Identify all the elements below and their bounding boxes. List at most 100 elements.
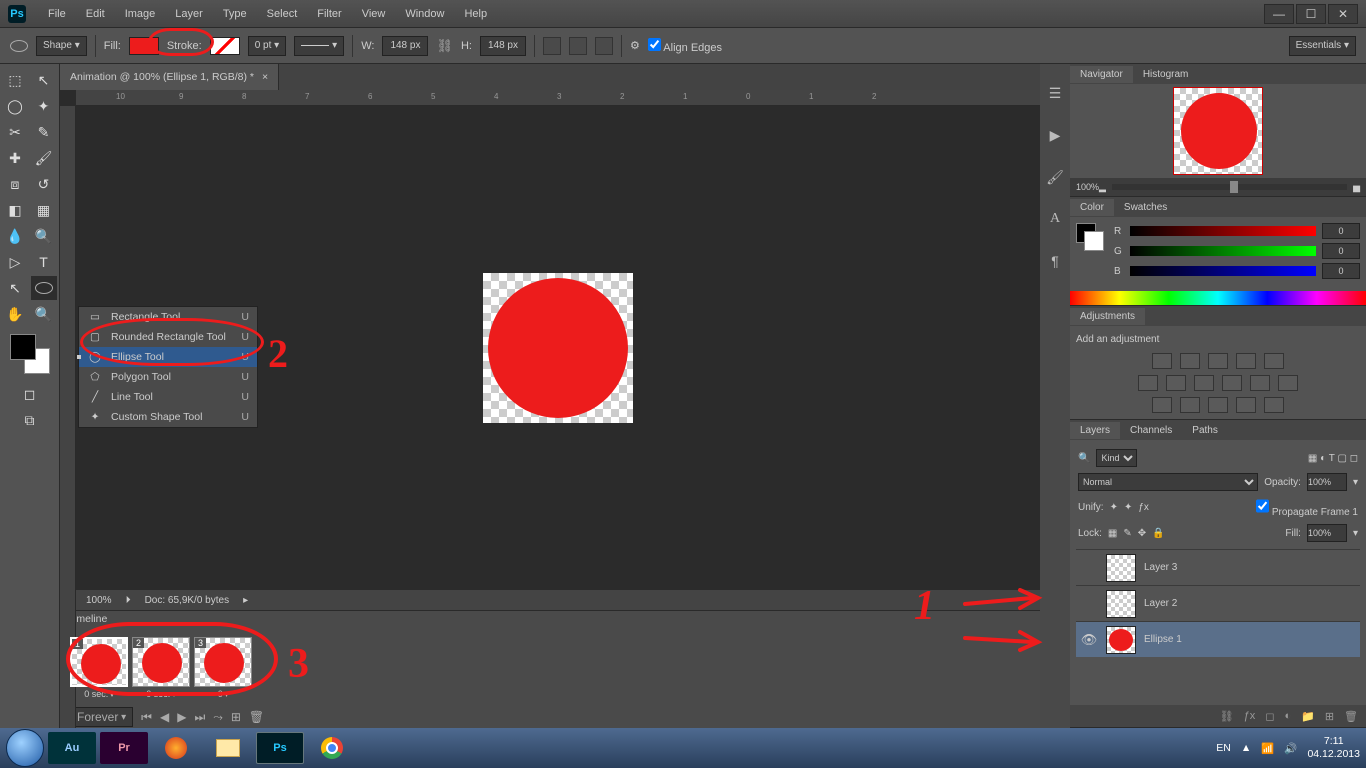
shape-mode-dropdown[interactable]: Shape ▾ <box>36 36 87 56</box>
prev-frame-button[interactable]: ◀ <box>160 710 169 724</box>
adj-poster[interactable] <box>1180 397 1200 413</box>
adj-gradmap[interactable] <box>1236 397 1256 413</box>
unify-style-icon[interactable]: ƒx <box>1138 502 1149 513</box>
unify-vis-icon[interactable]: ✦ <box>1124 502 1132 513</box>
adj-vibrance[interactable] <box>1264 353 1284 369</box>
minimize-button[interactable]: — <box>1264 4 1294 24</box>
collapsed-actions-icon[interactable]: ▶ <box>1044 124 1066 146</box>
g-slider[interactable] <box>1130 246 1316 256</box>
new-layer-icon[interactable]: ⊞ <box>1325 710 1334 723</box>
tab-histogram[interactable]: Histogram <box>1133 66 1199 83</box>
document-tab[interactable]: Animation @ 100% (Ellipse 1, RGB/8) *× <box>60 64 279 90</box>
adjustment-layer-icon[interactable]: ◐ <box>1284 710 1291 722</box>
adj-exposure[interactable] <box>1236 353 1256 369</box>
tab-color[interactable]: Color <box>1070 199 1114 216</box>
g-input[interactable] <box>1322 243 1360 259</box>
delete-layer-icon[interactable]: 🗑 <box>1344 710 1358 723</box>
opacity-input[interactable] <box>1307 473 1347 491</box>
lock-pos-icon[interactable]: ✥ <box>1138 528 1146 539</box>
foreground-color[interactable] <box>10 334 36 360</box>
ellipse-shape[interactable] <box>488 278 628 418</box>
pen-tool[interactable]: ▷ <box>2 250 28 274</box>
menu-filter[interactable]: Filter <box>309 5 349 23</box>
path-op-2[interactable] <box>569 37 587 55</box>
menu-view[interactable]: View <box>354 5 394 23</box>
workspace-switcher[interactable]: Essentials ▾ <box>1289 36 1356 56</box>
tray-network-icon[interactable]: 📶 <box>1261 742 1274 755</box>
zoom-in-icon[interactable]: ▅ <box>1353 182 1360 193</box>
adj-invert[interactable] <box>1152 397 1172 413</box>
stroke-swatch[interactable] <box>210 37 240 55</box>
adj-lookup[interactable] <box>1278 375 1298 391</box>
navigator-thumbnail[interactable] <box>1173 87 1263 175</box>
canvas[interactable] <box>483 273 633 423</box>
collapsed-char-icon[interactable]: A <box>1044 208 1066 230</box>
link-wh-icon[interactable]: ⛓ <box>436 38 453 54</box>
link-layers-icon[interactable]: ⛓ <box>1220 710 1234 723</box>
first-frame-button[interactable]: ⏮ <box>141 710 152 725</box>
dodge-tool[interactable]: 🔍 <box>31 224 57 248</box>
menu-help[interactable]: Help <box>456 5 495 23</box>
magic-wand-tool[interactable]: ✦ <box>31 94 57 118</box>
adj-levels[interactable] <box>1180 353 1200 369</box>
layer-fill-input[interactable] <box>1307 524 1347 542</box>
menu-image[interactable]: Image <box>117 5 164 23</box>
loop-dropdown[interactable]: Forever ▾ <box>70 707 133 727</box>
menu-edit[interactable]: Edit <box>78 5 113 23</box>
layer-layer-2[interactable]: Layer 2 <box>1076 585 1360 621</box>
layer-ellipse-1[interactable]: 👁Ellipse 1 <box>1076 621 1360 657</box>
timeline-frame-1[interactable]: 10 sec. <box>70 637 128 700</box>
quickmask-toggle[interactable]: ◻ <box>17 382 43 406</box>
taskbar-app-Ps[interactable]: Ps <box>256 732 304 764</box>
eyedropper-tool[interactable]: ✎ <box>31 120 57 144</box>
path-select-tool[interactable]: ↖ <box>2 276 28 300</box>
tab-layers[interactable]: Layers <box>1070 422 1120 439</box>
hand-tool[interactable]: ✋ <box>2 302 28 326</box>
adj-balance[interactable] <box>1166 375 1186 391</box>
taskbar-app-chrome[interactable] <box>308 732 356 764</box>
next-frame-button[interactable]: ⏭ <box>194 710 205 725</box>
new-frame-button[interactable]: ⊞ <box>231 710 241 724</box>
fill-swatch[interactable] <box>129 37 159 55</box>
adj-curves[interactable] <box>1208 353 1228 369</box>
path-op-1[interactable] <box>543 37 561 55</box>
menu-type[interactable]: Type <box>215 5 255 23</box>
lock-pixel-icon[interactable]: ✎ <box>1123 528 1131 539</box>
menu-window[interactable]: Window <box>397 5 452 23</box>
delete-frame-button[interactable]: 🗑 <box>249 710 264 724</box>
adj-hue[interactable] <box>1138 375 1158 391</box>
screenmode-toggle[interactable]: ⧉ <box>17 408 43 432</box>
fg-bg-swatches[interactable] <box>10 334 50 374</box>
start-button[interactable] <box>6 729 44 767</box>
group-icon[interactable]: 📁 <box>1301 710 1315 723</box>
layer-layer-3[interactable]: Layer 3 <box>1076 549 1360 585</box>
shape-tool-line-tool[interactable]: ╱Line ToolU <box>79 387 257 407</box>
taskbar-app-explorer[interactable] <box>204 732 252 764</box>
blur-tool[interactable]: 💧 <box>2 224 28 248</box>
maximize-button[interactable]: ☐ <box>1296 4 1326 24</box>
visibility-toggle[interactable]: 👁 <box>1080 632 1098 648</box>
taskbar-app-Au[interactable]: Au <box>48 732 96 764</box>
tray-sound-icon[interactable]: 🔊 <box>1284 742 1297 755</box>
menu-select[interactable]: Select <box>259 5 306 23</box>
tab-adjustments[interactable]: Adjustments <box>1070 308 1145 325</box>
stroke-weight[interactable]: 0 pt ▾ <box>248 36 287 56</box>
timeline-frame-3[interactable]: 30 <box>194 637 252 700</box>
stroke-style[interactable]: ▾ <box>294 36 344 56</box>
taskbar-app-Pr[interactable]: Pr <box>100 732 148 764</box>
arrow-tool[interactable]: ↖ <box>31 68 57 92</box>
lock-all-icon[interactable]: 🔒 <box>1152 528 1164 539</box>
tab-swatches[interactable]: Swatches <box>1114 199 1177 216</box>
shape-tool-rectangle-tool[interactable]: ▭Rectangle ToolU <box>79 307 257 327</box>
shape-tool[interactable] <box>31 276 57 300</box>
close-tab-icon[interactable]: × <box>262 71 268 83</box>
tab-paths[interactable]: Paths <box>1182 422 1228 439</box>
lock-trans-icon[interactable]: ▦ <box>1108 528 1117 539</box>
adj-bw[interactable] <box>1194 375 1214 391</box>
unify-pos-icon[interactable]: ✦ <box>1110 502 1118 513</box>
adj-thresh[interactable] <box>1208 397 1228 413</box>
shape-tool-polygon-tool[interactable]: ⬠Polygon ToolU <box>79 367 257 387</box>
tray-lang[interactable]: EN <box>1216 742 1231 754</box>
tray-clock[interactable]: 7:1104.12.2013 <box>1307 735 1360 760</box>
timeline-tab[interactable]: Timeline <box>60 611 1040 631</box>
